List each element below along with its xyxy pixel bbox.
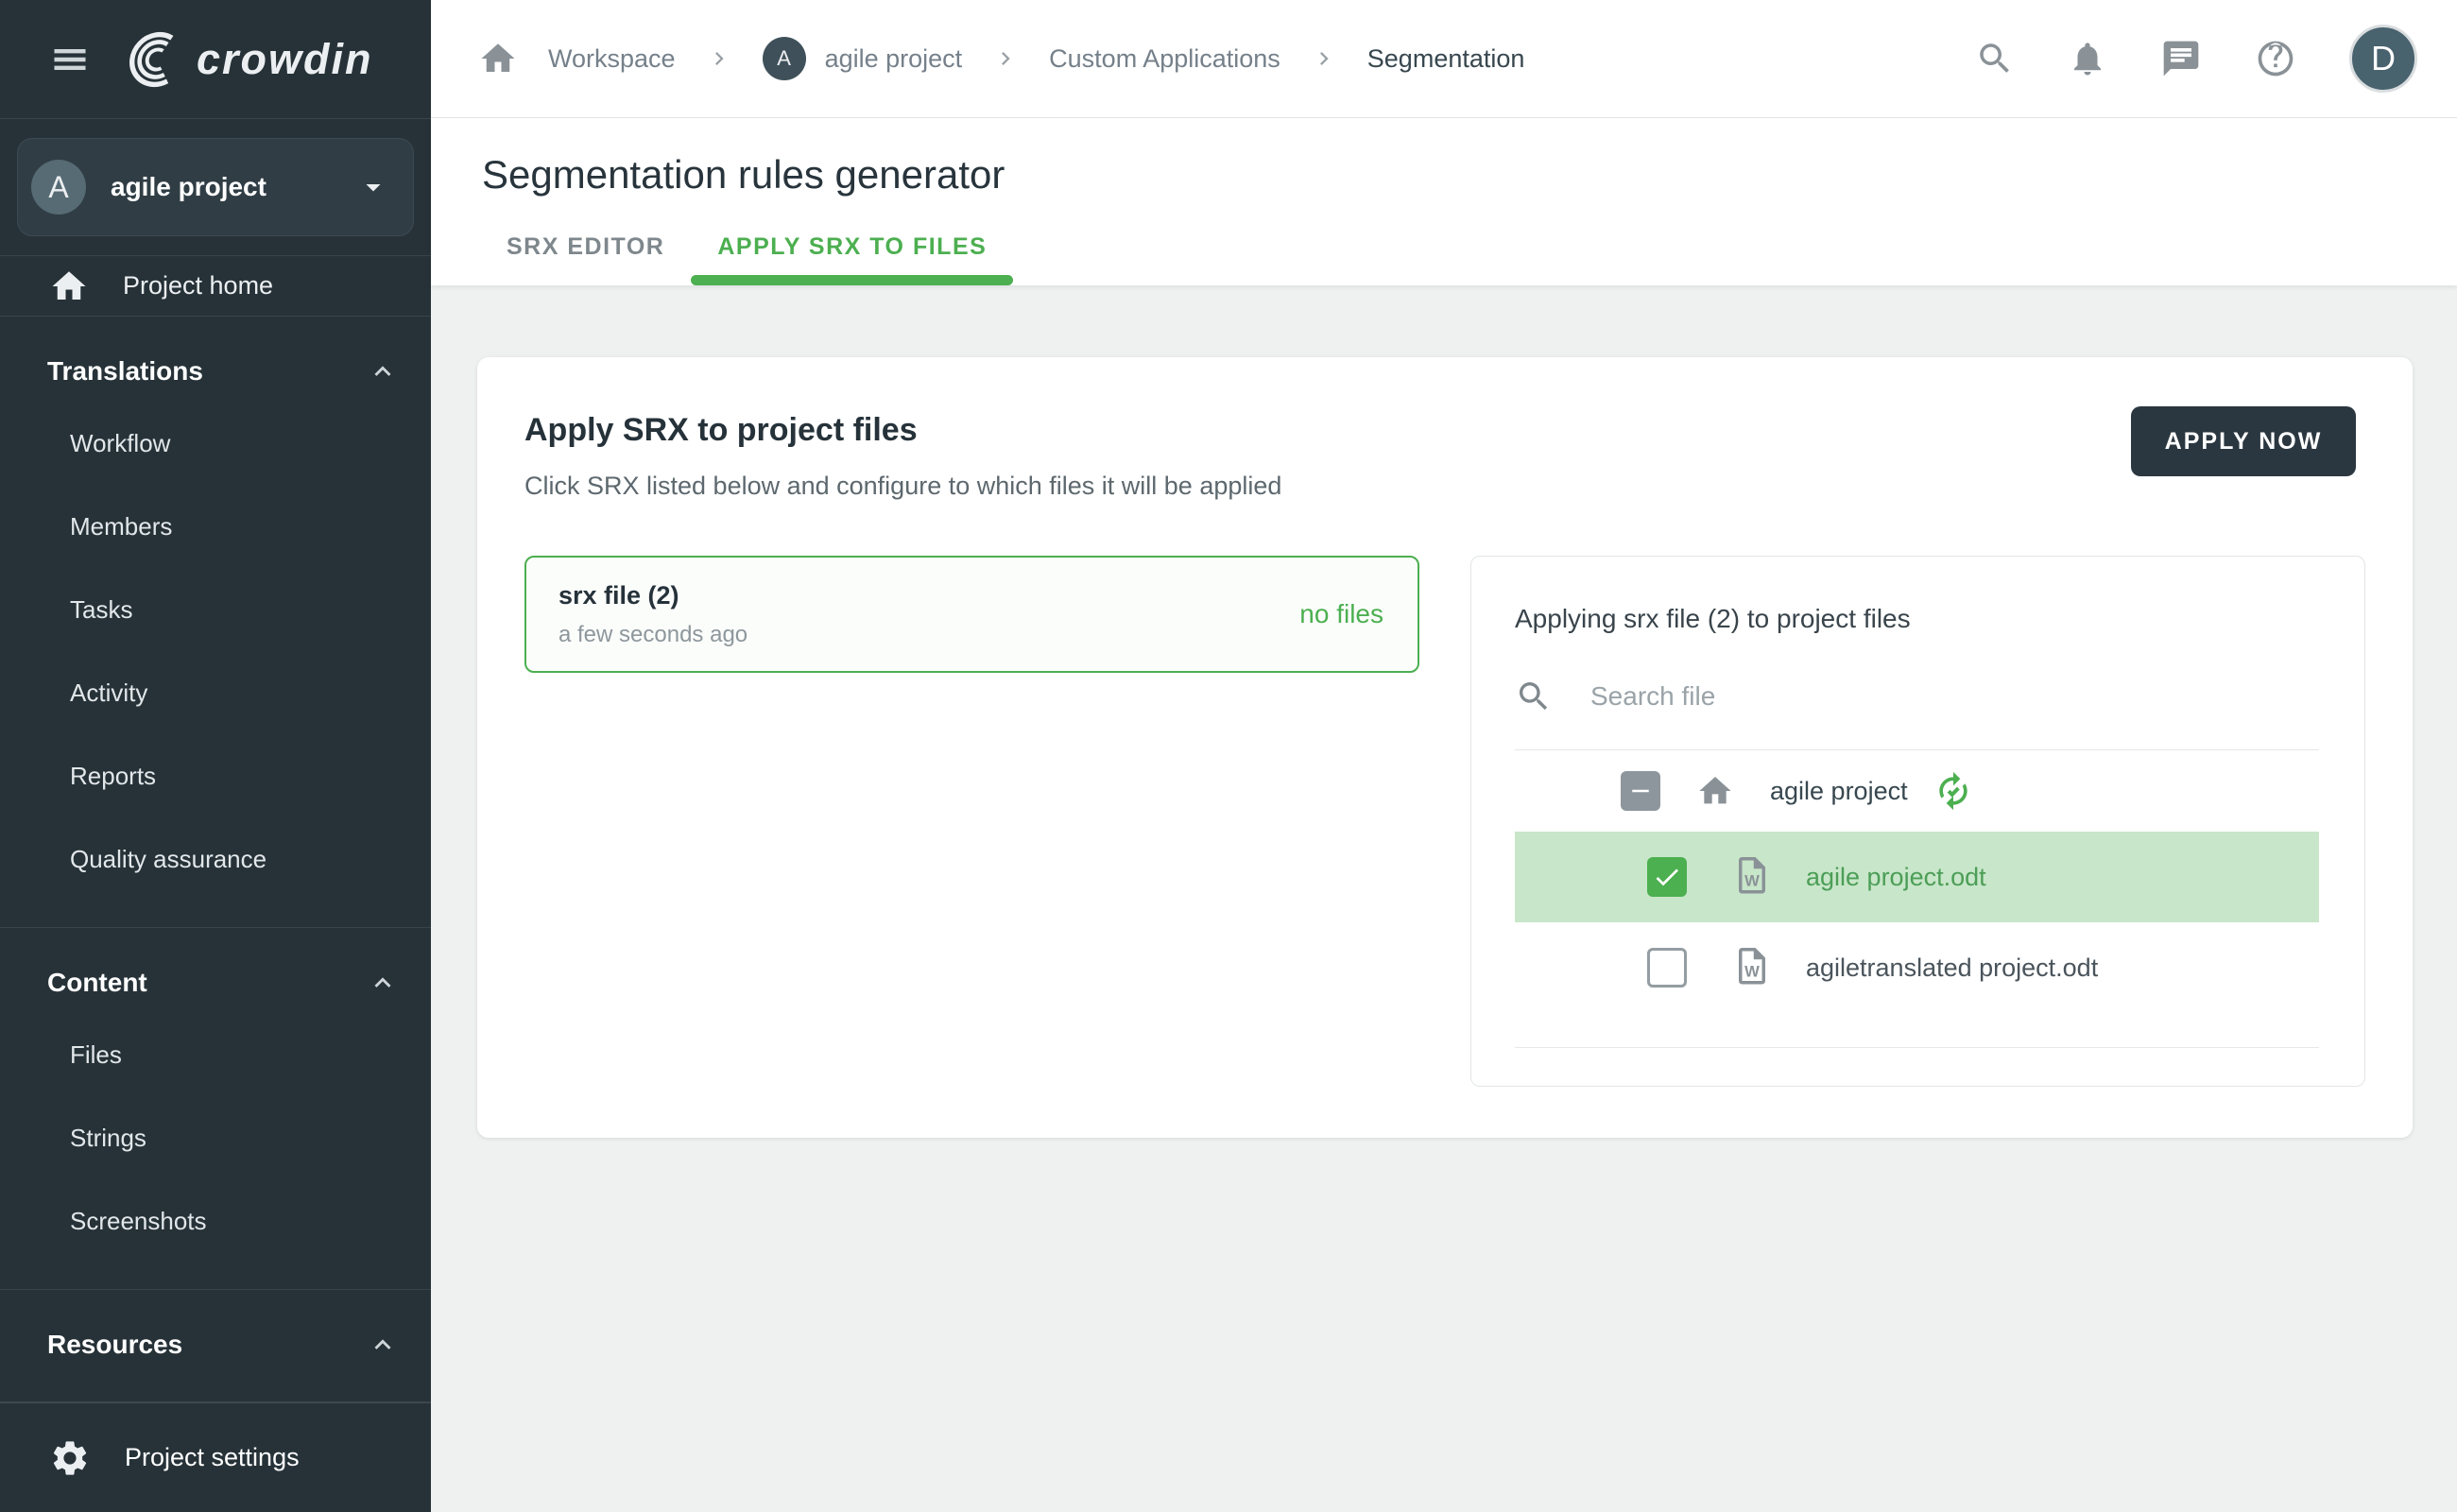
file-name: agile project.odt (1806, 863, 1986, 892)
crowdin-logo-mark (121, 28, 183, 91)
tabs: SRX EDITOR APPLY SRX TO FILES (431, 233, 2457, 285)
project-selector-name: agile project (111, 172, 332, 202)
checkbox-checked[interactable] (1647, 857, 1687, 897)
search-icon[interactable] (1975, 39, 2015, 78)
sidebar-section-header-content[interactable]: Content (0, 953, 431, 1013)
tab-apply-srx-to-files[interactable]: APPLY SRX TO FILES (691, 233, 1013, 285)
panel-heading: Applying srx file (2) to project files (1515, 604, 2319, 634)
sidebar-item-workflow[interactable]: Workflow (0, 402, 431, 485)
sidebar-item-quality-assurance[interactable]: Quality assurance (0, 817, 431, 901)
help-icon[interactable] (2255, 38, 2296, 79)
sidebar-section-content: Content Files Strings Screenshots (0, 928, 431, 1290)
sidebar-item-project-settings[interactable]: Project settings (0, 1402, 431, 1512)
breadcrumb-project-avatar: A (763, 37, 806, 80)
apply-now-button[interactable]: APPLY NOW (2131, 406, 2356, 476)
breadcrumb-project[interactable]: A agile project (763, 37, 963, 80)
chat-icon[interactable] (2160, 38, 2202, 79)
project-selector[interactable]: A agile project (17, 138, 414, 236)
chevron-up-icon (367, 1329, 399, 1361)
section-label: Resources (47, 1330, 182, 1360)
sidebar-item-activity[interactable]: Activity (0, 651, 431, 734)
sidebar-item-label: Project home (123, 271, 273, 301)
project-avatar: A (31, 160, 86, 215)
sidebar-item-tasks[interactable]: Tasks (0, 568, 431, 651)
topbar-actions: D (1975, 25, 2417, 93)
tab-srx-editor[interactable]: SRX EDITOR (480, 233, 691, 285)
tree-row-file[interactable]: W agiletranslated project.odt (1515, 922, 2319, 1013)
search-icon (1515, 678, 1553, 715)
sidebar-section-header-resources[interactable]: Resources (0, 1314, 431, 1375)
card-subheading: Click SRX listed below and configure to … (524, 472, 1281, 501)
checkbox-indeterminate[interactable] (1621, 771, 1660, 811)
word-letter: W (1744, 963, 1760, 981)
file-tree-panel: Applying srx file (2) to project files (1470, 556, 2365, 1087)
tree-row-project-root[interactable]: agile project (1515, 750, 2319, 832)
sidebar-section-resources: Resources (0, 1290, 431, 1402)
sidebar-item-project-home[interactable]: Project home (0, 256, 431, 317)
bell-icon[interactable] (2068, 39, 2107, 78)
file-name: agiletranslated project.odt (1806, 954, 2098, 983)
tree-root-label: agile project (1770, 777, 1908, 806)
breadcrumb-project-label: agile project (825, 44, 963, 74)
word-file-icon: W (1732, 945, 1772, 990)
sidebar-item-members[interactable]: Members (0, 485, 431, 568)
srx-file-item[interactable]: srx file (2) a few seconds ago no files (524, 556, 1419, 673)
sidebar-item-files[interactable]: Files (0, 1013, 431, 1096)
home-icon (1696, 772, 1734, 810)
srx-list-column: srx file (2) a few seconds ago no files (524, 556, 1419, 1087)
search-input[interactable] (1590, 681, 2319, 712)
srx-file-info: srx file (2) a few seconds ago (558, 581, 747, 648)
breadcrumb-workspace[interactable]: Workspace (548, 44, 676, 74)
page-title: Segmentation rules generator (482, 152, 2457, 198)
sidebar-item-strings[interactable]: Strings (0, 1096, 431, 1179)
sidebar: crowdin A agile project Project home Tra… (0, 0, 431, 1512)
menu-icon[interactable] (49, 39, 91, 80)
chevron-right-icon (992, 45, 1019, 72)
chevron-up-icon (367, 355, 399, 387)
crowdin-logo-text: crowdin (197, 35, 373, 84)
project-selector-wrap: A agile project (0, 118, 431, 256)
breadcrumb: Workspace A agile project Custom Applica… (478, 37, 1975, 80)
sidebar-item-reports[interactable]: Reports (0, 734, 431, 817)
srx-file-status: no files (1299, 599, 1383, 629)
crowdin-logo[interactable]: crowdin (121, 28, 373, 91)
chevron-up-icon (367, 967, 399, 999)
card-columns: srx file (2) a few seconds ago no files … (524, 556, 2356, 1087)
section-label: Content (47, 968, 147, 998)
word-file-icon: W (1732, 854, 1772, 900)
divider (1515, 1047, 2319, 1048)
srx-file-title: srx file (2) (558, 581, 747, 610)
srx-file-time: a few seconds ago (558, 622, 747, 648)
checkbox-unchecked[interactable] (1647, 948, 1687, 988)
sidebar-footer-label: Project settings (125, 1443, 300, 1472)
sidebar-header: crowdin (0, 0, 431, 118)
main-area: Workspace A agile project Custom Applica… (431, 0, 2457, 1512)
user-avatar[interactable]: D (2349, 25, 2417, 93)
file-search (1515, 678, 2319, 715)
chevron-right-icon (706, 45, 732, 72)
card-heading: Apply SRX to project files (524, 412, 1281, 449)
chevron-right-icon (1311, 45, 1337, 72)
section-label: Translations (47, 356, 203, 387)
page-body: Apply SRX to project files Click SRX lis… (431, 285, 2457, 1512)
sidebar-item-screenshots[interactable]: Screenshots (0, 1179, 431, 1263)
file-tree: agile project (1515, 750, 2319, 1013)
card-header: Apply SRX to project files Click SRX lis… (524, 406, 2356, 501)
tree-row-file-selected[interactable]: W agile project.odt (1515, 832, 2319, 922)
topbar: Workspace A agile project Custom Applica… (431, 0, 2457, 118)
apply-srx-card: Apply SRX to project files Click SRX lis… (477, 357, 2413, 1138)
word-letter: W (1744, 872, 1760, 890)
breadcrumb-home-icon[interactable] (478, 39, 518, 78)
breadcrumb-segmentation: Segmentation (1367, 44, 1525, 74)
breadcrumb-custom-applications[interactable]: Custom Applications (1049, 44, 1280, 74)
home-icon (49, 266, 89, 306)
chevron-down-icon (356, 170, 390, 204)
sidebar-section-translations: Translations Workflow Members Tasks Acti… (0, 317, 431, 928)
sync-success-icon (1933, 770, 1974, 812)
gear-icon (49, 1437, 91, 1479)
sidebar-section-header-translations[interactable]: Translations (0, 341, 431, 402)
page-header: Segmentation rules generator SRX EDITOR … (431, 118, 2457, 285)
